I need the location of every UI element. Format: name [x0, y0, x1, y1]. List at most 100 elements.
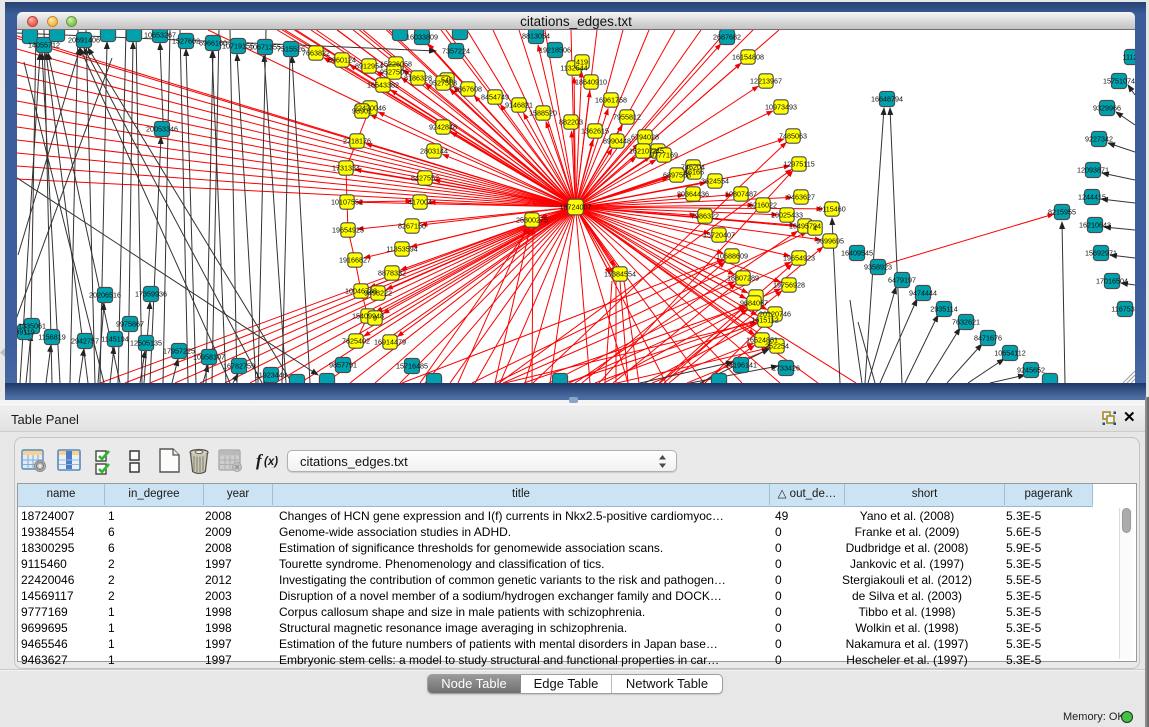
svg-text:252254: 252254 [765, 342, 789, 351]
svg-text:16033809: 16033809 [406, 33, 438, 42]
svg-text:1145194: 1145194 [101, 335, 128, 344]
svg-text:19756928: 19756928 [773, 281, 805, 290]
svg-text:9: 9 [373, 314, 377, 323]
svg-text:8471676: 8471676 [974, 334, 1002, 343]
svg-text:882203: 882203 [559, 118, 583, 127]
svg-text:7515526: 7515526 [277, 45, 305, 54]
svg-text:98901: 98901 [352, 107, 372, 116]
svg-text:9684067: 9684067 [740, 299, 768, 308]
svg-text:16914479: 16914479 [374, 338, 406, 347]
svg-text:9699695: 9699695 [816, 237, 844, 246]
svg-text:16154808: 16154808 [732, 53, 764, 62]
svg-text:15409948: 15409948 [352, 312, 384, 321]
svg-text:8215955: 8215955 [1048, 208, 1076, 217]
svg-text:9245652: 9245652 [1017, 366, 1045, 375]
svg-text:19654925: 19654925 [332, 226, 364, 235]
svg-text:1167531: 1167531 [1111, 305, 1135, 314]
svg-text:12213967: 12213967 [750, 77, 782, 86]
svg-text:1156819: 1156819 [38, 333, 65, 342]
svg-text:10025433: 10025433 [771, 211, 803, 220]
svg-text:9527508: 9527508 [429, 79, 457, 88]
svg-text:16409545: 16409545 [841, 249, 873, 258]
svg-text:16543382: 16543382 [367, 81, 399, 90]
svg-text:1244415: 1244415 [1078, 193, 1106, 202]
svg-text:20364436: 20364436 [677, 190, 709, 199]
svg-text:2803144: 2803144 [420, 147, 448, 156]
svg-text:16782759: 16782759 [223, 362, 255, 371]
svg-text:9115460: 9115460 [818, 205, 845, 214]
svg-text:19654923: 19654923 [783, 254, 815, 263]
svg-text:8960124: 8960124 [328, 56, 356, 65]
svg-text:8912954: 8912954 [355, 62, 383, 71]
svg-text:7663822: 7663822 [302, 49, 330, 58]
svg-text:7625402: 7625402 [342, 337, 370, 346]
svg-text:19384554: 19384554 [604, 270, 636, 279]
svg-text:15751074: 15751074 [1103, 77, 1135, 86]
svg-text:2935114: 2935114 [930, 305, 957, 314]
svg-text:7485063: 7485063 [779, 132, 807, 141]
svg-text:19166827: 19166827 [339, 256, 371, 265]
svg-text:8267150: 8267150 [398, 222, 426, 231]
svg-text:2687682: 2687682 [713, 33, 741, 42]
svg-text:7357224: 7357224 [442, 47, 470, 56]
svg-text:9474444: 9474444 [909, 289, 937, 298]
svg-text:15720407: 15720407 [703, 231, 735, 240]
svg-text:19218506: 19218506 [539, 46, 571, 55]
svg-text:10107552: 10107552 [331, 198, 363, 207]
svg-text:14055712: 14055712 [28, 41, 60, 50]
svg-text:17957225: 17957225 [163, 347, 195, 356]
svg-text:20691406: 20691406 [68, 36, 100, 45]
svg-text:18807289: 18807289 [727, 274, 759, 283]
svg-text:16648794: 16648794 [871, 95, 903, 104]
svg-text:7986322: 7986322 [691, 212, 719, 221]
svg-text:6216022: 6216022 [749, 201, 777, 210]
svg-text:2867608: 2867608 [454, 85, 482, 94]
svg-text:46166: 46166 [684, 168, 704, 177]
svg-text:17359936: 17359936 [135, 290, 167, 299]
svg-text:12975115: 12975115 [783, 160, 814, 169]
svg-text:8813054: 8813054 [522, 32, 550, 41]
svg-text:9358923: 9358923 [864, 263, 892, 272]
svg-text:16210643: 16210643 [1079, 221, 1111, 230]
svg-text:(x): (x) [264, 456, 278, 468]
svg-text:1615112: 1615112 [751, 316, 778, 325]
svg-text:10807487: 10807487 [725, 190, 757, 199]
svg-text:9975867: 9975867 [116, 320, 144, 329]
svg-text:18724007: 18724007 [560, 203, 592, 212]
svg-text:16961758: 16961758 [595, 96, 627, 105]
svg-text:6794028: 6794028 [631, 133, 659, 142]
svg-text:1731334: 1731334 [332, 164, 360, 173]
svg-text:25300275: 25300275 [516, 216, 548, 225]
svg-text:8186328: 8186328 [404, 74, 432, 83]
svg-text:3624554: 3624554 [701, 177, 729, 186]
svg-text:1733426: 1733426 [772, 364, 800, 373]
svg-text:419: 419 [576, 58, 588, 67]
svg-text:9463627: 9463627 [787, 193, 815, 202]
svg-text:7632621: 7632621 [952, 318, 980, 327]
svg-text:9242848: 9242848 [429, 123, 457, 132]
svg-text:10958107: 10958107 [193, 353, 225, 362]
svg-text:6479197: 6479197 [888, 276, 916, 285]
svg-text:11923446: 11923446 [255, 371, 286, 380]
svg-text:10688609: 10688609 [716, 252, 748, 261]
svg-text:10654112: 10654112 [994, 349, 1025, 358]
svg-text:12093871: 12093871 [1077, 166, 1109, 175]
svg-text:17016504: 17016504 [1096, 277, 1128, 286]
svg-text:2942757: 2942757 [71, 337, 99, 346]
svg-text:9227342: 9227342 [1085, 135, 1113, 144]
svg-text:20206516: 20206516 [89, 291, 121, 300]
svg-text:9329966: 9329966 [1093, 104, 1121, 113]
svg-text:9857791: 9857791 [329, 361, 357, 370]
svg-text:1362615: 1362615 [581, 127, 609, 136]
svg-text:4: 4 [813, 224, 817, 233]
svg-text:15692971: 15692971 [1085, 249, 1117, 258]
svg-text:2718176: 2718176 [343, 137, 371, 146]
svg-text:8427552: 8427552 [411, 174, 439, 183]
svg-text:20053346: 20053346 [146, 125, 178, 134]
svg-text:417004: 417004 [408, 198, 432, 207]
svg-text:11123: 11123 [1123, 53, 1135, 62]
svg-text:7955812: 7955812 [613, 113, 641, 122]
svg-text:8990448: 8990448 [603, 137, 631, 146]
svg-text:f: f [256, 451, 264, 470]
svg-text:14196141: 14196141 [725, 361, 757, 370]
